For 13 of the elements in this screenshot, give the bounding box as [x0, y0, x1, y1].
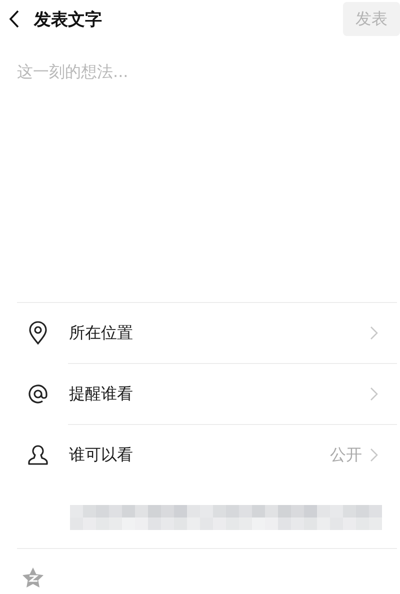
- chevron-icon: [370, 326, 378, 340]
- back-icon: [9, 10, 19, 28]
- option-label: 所在位置: [69, 322, 134, 344]
- at-sign-icon: [27, 383, 49, 405]
- option-value: 公开: [330, 444, 362, 466]
- location-pin-icon: [28, 321, 48, 345]
- person-icon: [27, 444, 49, 466]
- chevron-icon: [370, 387, 378, 401]
- star-icon[interactable]: [22, 567, 44, 588]
- option-label: 提醒谁看: [69, 384, 134, 404]
- option-label: 谁可以看: [69, 444, 134, 466]
- page-title: 发表文字: [34, 8, 103, 30]
- chevron-icon: [370, 448, 378, 462]
